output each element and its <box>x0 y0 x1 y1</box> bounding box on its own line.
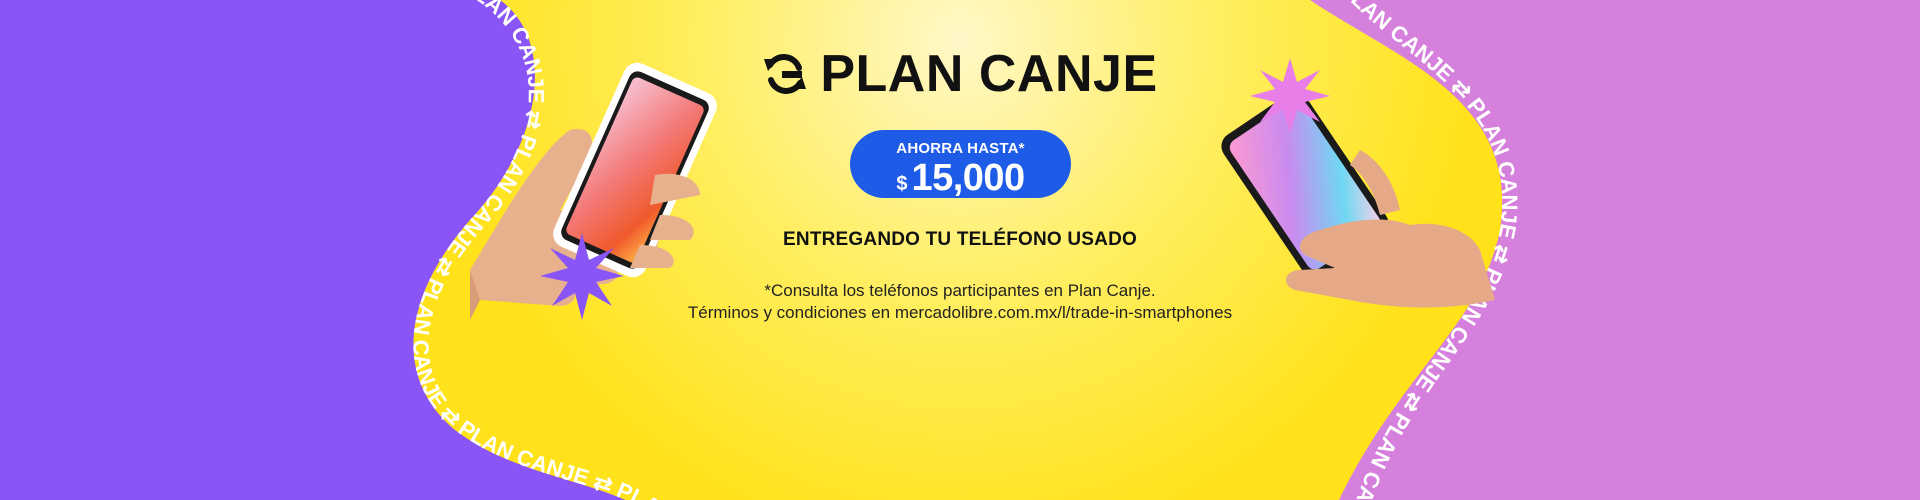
disclaimer-line-2: Términos y condiciones en mercadolibre.c… <box>687 303 1233 322</box>
promo-content: PLAN CANJE AHORRA HASTA* $ 15,000 ENTREG… <box>640 0 1280 500</box>
disclaimer: *Consulta los teléfonos participantes en… <box>640 280 1280 324</box>
savings-badge[interactable]: AHORRA HASTA* $ 15,000 <box>850 130 1071 200</box>
plan-canje-banner[interactable]: PLAN CANJE ⇄ PLAN CANJE ⇄ PLAN CANJE ⇄ P… <box>0 0 1920 500</box>
savings-amount: 15,000 <box>911 157 1025 199</box>
disclaimer-line-1: *Consulta los teléfonos participantes en… <box>764 281 1156 300</box>
title-row: PLAN CANJE <box>640 48 1280 100</box>
savings-amount-row: $ 15,000 <box>850 157 1071 200</box>
refresh-arrows-icon <box>764 54 807 94</box>
savings-label: AHORRA HASTA* <box>896 140 1025 157</box>
subheading: ENTREGANDO TU TELÉFONO USADO <box>783 229 1137 250</box>
currency-symbol: $ <box>896 173 908 195</box>
page-title: PLAN CANJE <box>820 45 1158 103</box>
